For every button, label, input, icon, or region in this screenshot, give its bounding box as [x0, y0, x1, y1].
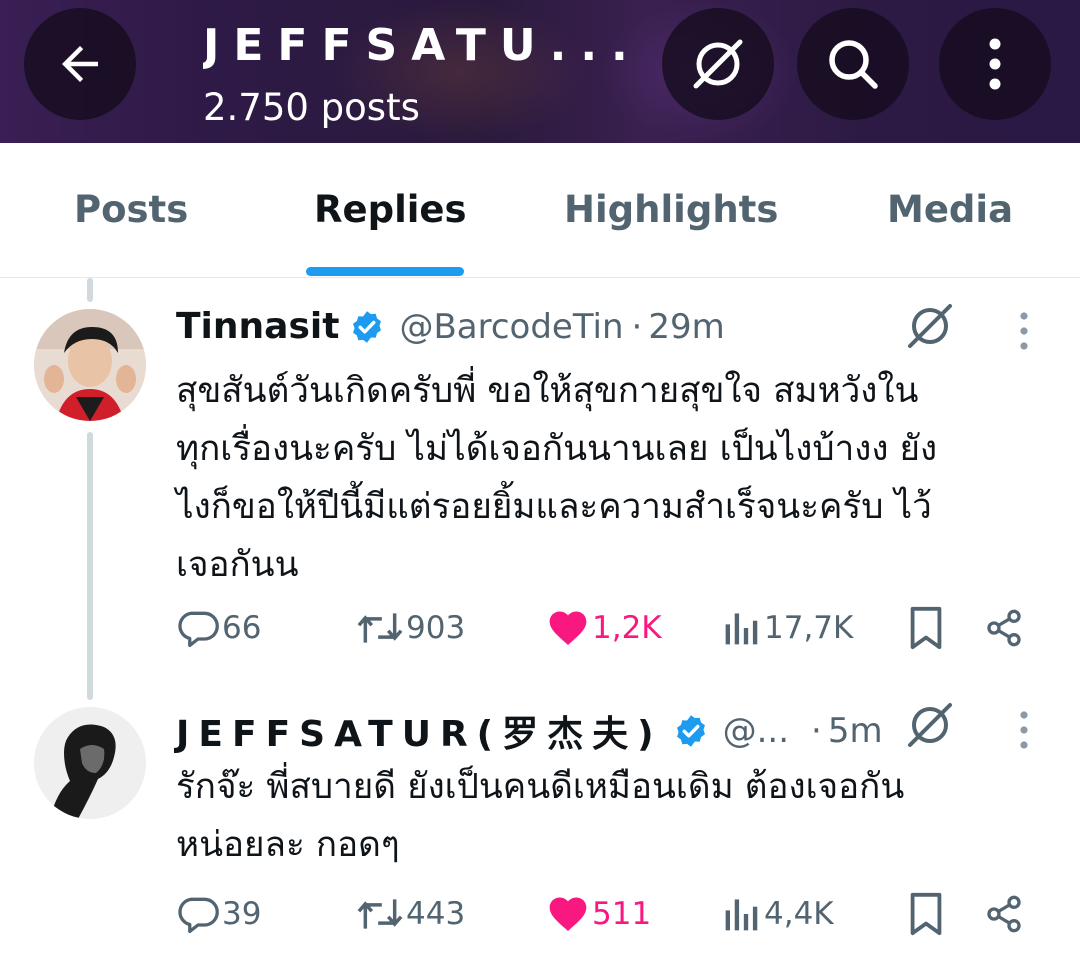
views-count: 17,7K	[764, 610, 854, 646]
grok-icon[interactable]	[902, 697, 958, 753]
tweet-text-line: หน่อยละ กอดๆ	[176, 825, 400, 865]
views-count: 4,4K	[764, 896, 834, 932]
tab-posts[interactable]: Posts	[74, 188, 188, 231]
repost-count: 443	[406, 896, 466, 932]
repost-button[interactable]: 903	[356, 603, 465, 653]
avatar[interactable]	[34, 309, 146, 421]
avatar[interactable]	[34, 707, 146, 819]
tab-replies[interactable]: Replies	[314, 188, 467, 231]
repost-icon	[357, 613, 403, 643]
avatar-photo	[34, 707, 146, 819]
tweet-header: Tinnasit @BarcodeTin · 29m	[176, 306, 725, 347]
repost-count: 903	[406, 610, 466, 646]
reply-count: 66	[222, 610, 262, 646]
share-button[interactable]	[984, 603, 1024, 653]
tweet-text-line: ทุกเรื่องนะครับ ไม่ได้เจอกันนานเลย เป็นไ…	[176, 429, 938, 469]
reply-button[interactable]: 66	[176, 603, 261, 653]
views-button[interactable]: 17,7K	[722, 603, 853, 653]
more-vertical-icon[interactable]	[1018, 710, 1030, 750]
tweet-text: รักจ๊ะ พี่สบายดี ยังเป็นคนดีเหมือนเดิม ต…	[176, 758, 1056, 874]
tweet-text-line: รักจ๊ะ พี่สบายดี ยังเป็นคนดีเหมือนเดิม ต…	[176, 767, 905, 807]
heart-filled-icon	[549, 611, 587, 646]
active-tab-indicator	[306, 267, 464, 276]
reply-icon	[178, 611, 219, 648]
grok-icon	[693, 39, 743, 89]
separator-dot: ·	[811, 711, 822, 751]
views-button[interactable]: 4,4K	[722, 889, 834, 939]
bookmark-button[interactable]	[906, 603, 946, 653]
bookmark-icon	[910, 606, 942, 650]
tweet-timestamp[interactable]: 5m	[828, 711, 883, 751]
more-vertical-icon	[989, 38, 1001, 90]
share-icon	[987, 895, 1021, 933]
thread-connector-line	[87, 278, 93, 302]
search-icon	[829, 40, 878, 89]
tab-highlights[interactable]: Highlights	[564, 188, 778, 231]
repost-icon	[357, 899, 403, 929]
heart-filled-icon	[549, 897, 587, 932]
author-name[interactable]: Tinnasit	[176, 306, 339, 347]
post-count: 2.750 posts	[203, 86, 420, 129]
author-handle[interactable]: @...	[723, 711, 789, 751]
profile-name-title: JEFFSATU...	[203, 20, 642, 71]
profile-header: JEFFSATU... 2.750 posts	[0, 0, 1080, 143]
reply-count: 39	[222, 896, 262, 932]
more-options-button[interactable]	[939, 8, 1051, 120]
share-button[interactable]	[984, 889, 1024, 939]
repost-button[interactable]: 443	[356, 889, 465, 939]
tweet-text-line: ไงก็ขอให้ปีนี้มีแต่รอยยิ้มและความสำเร็จน…	[176, 487, 932, 527]
share-icon	[987, 609, 1021, 647]
bookmark-icon	[910, 892, 942, 936]
grok-button[interactable]	[662, 8, 774, 120]
reply-icon	[178, 897, 219, 934]
bookmark-button[interactable]	[906, 889, 946, 939]
tab-media[interactable]: Media	[887, 188, 1013, 231]
tweet-actions: 39 443 511 4,4K	[0, 889, 1080, 939]
thread-connector-line	[87, 432, 93, 700]
profile-tabs: Posts Replies Highlights Media	[0, 143, 1080, 278]
tweet-text: สุขสันต์วันเกิดครับพี่ ขอให้สุขกายสุขใจ …	[176, 362, 1056, 594]
author-name[interactable]: JEFFSATUR(罗杰夫)	[176, 705, 663, 757]
tweet-actions: 66 903 1,2K 17,7K	[0, 603, 1080, 653]
reply-button[interactable]: 39	[176, 889, 261, 939]
like-button[interactable]: 511	[546, 889, 651, 939]
author-handle[interactable]: @BarcodeTin	[399, 307, 623, 347]
verified-badge-icon	[353, 310, 382, 343]
back-button[interactable]	[24, 8, 136, 120]
views-chart-icon	[725, 613, 758, 645]
views-chart-icon	[725, 899, 758, 931]
like-button[interactable]: 1,2K	[546, 603, 662, 653]
avatar-photo	[34, 309, 146, 421]
grok-icon[interactable]	[902, 298, 958, 354]
tweet-text-line: เจอกันน	[176, 545, 299, 585]
more-vertical-icon[interactable]	[1018, 311, 1030, 351]
tweet-timestamp[interactable]: 29m	[648, 307, 724, 347]
tweet-text-line: สุขสันต์วันเกิดครับพี่ ขอให้สุขกายสุขใจ …	[176, 371, 919, 411]
back-arrow-icon	[62, 46, 98, 82]
like-count: 1,2K	[592, 610, 662, 646]
separator-dot: ·	[631, 306, 643, 347]
verified-badge-icon	[676, 715, 705, 747]
like-count: 511	[592, 896, 652, 932]
tweet-header: JEFFSATUR(罗杰夫) @... · 5m	[176, 705, 883, 757]
search-button[interactable]	[797, 8, 909, 120]
